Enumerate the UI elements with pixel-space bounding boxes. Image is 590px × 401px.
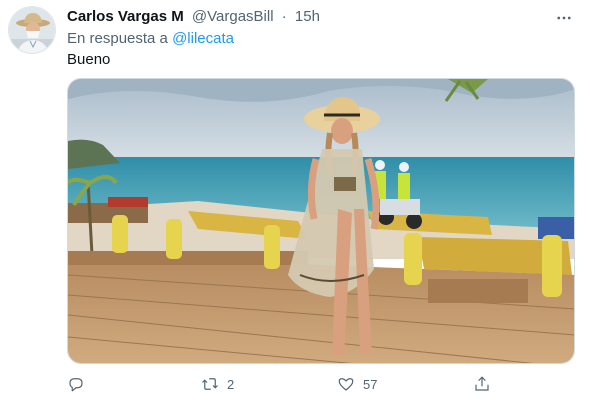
retweet-icon [202, 378, 218, 390]
like-count: 57 [363, 376, 378, 392]
reply-context: En respuesta a @lilecata [67, 30, 234, 47]
separator-dot: · [281, 8, 287, 25]
author-handle[interactable]: @VargasBill [192, 8, 274, 25]
retweet-button[interactable]: 2 [201, 372, 234, 396]
reply-icon [69, 378, 83, 392]
like-button[interactable]: 57 [337, 372, 377, 396]
avatar-image [9, 7, 55, 53]
tweet-header: Carlos Vargas M @VargasBill · 15h [67, 8, 320, 25]
beach-photo [68, 79, 574, 363]
retweet-count: 2 [227, 376, 235, 392]
tweet-timestamp[interactable]: 15h [295, 8, 320, 25]
reply-button[interactable] [67, 372, 93, 396]
avatar[interactable] [8, 6, 56, 54]
like-icon [338, 378, 354, 391]
author-name[interactable]: Carlos Vargas M [67, 8, 184, 25]
reply-mention-link[interactable]: @lilecata [172, 30, 234, 47]
share-icon [475, 376, 489, 391]
tweet-photo[interactable] [67, 78, 575, 364]
tweet[interactable]: Carlos Vargas M @VargasBill · 15h En res… [0, 0, 590, 401]
share-button[interactable] [473, 372, 491, 396]
tweet-actions: 2 57 [67, 372, 575, 396]
more-dots-icon [557, 16, 571, 20]
tweet-text: Bueno [67, 51, 111, 68]
reply-prefix: En respuesta a [67, 30, 168, 47]
more-options-button[interactable] [552, 6, 576, 30]
